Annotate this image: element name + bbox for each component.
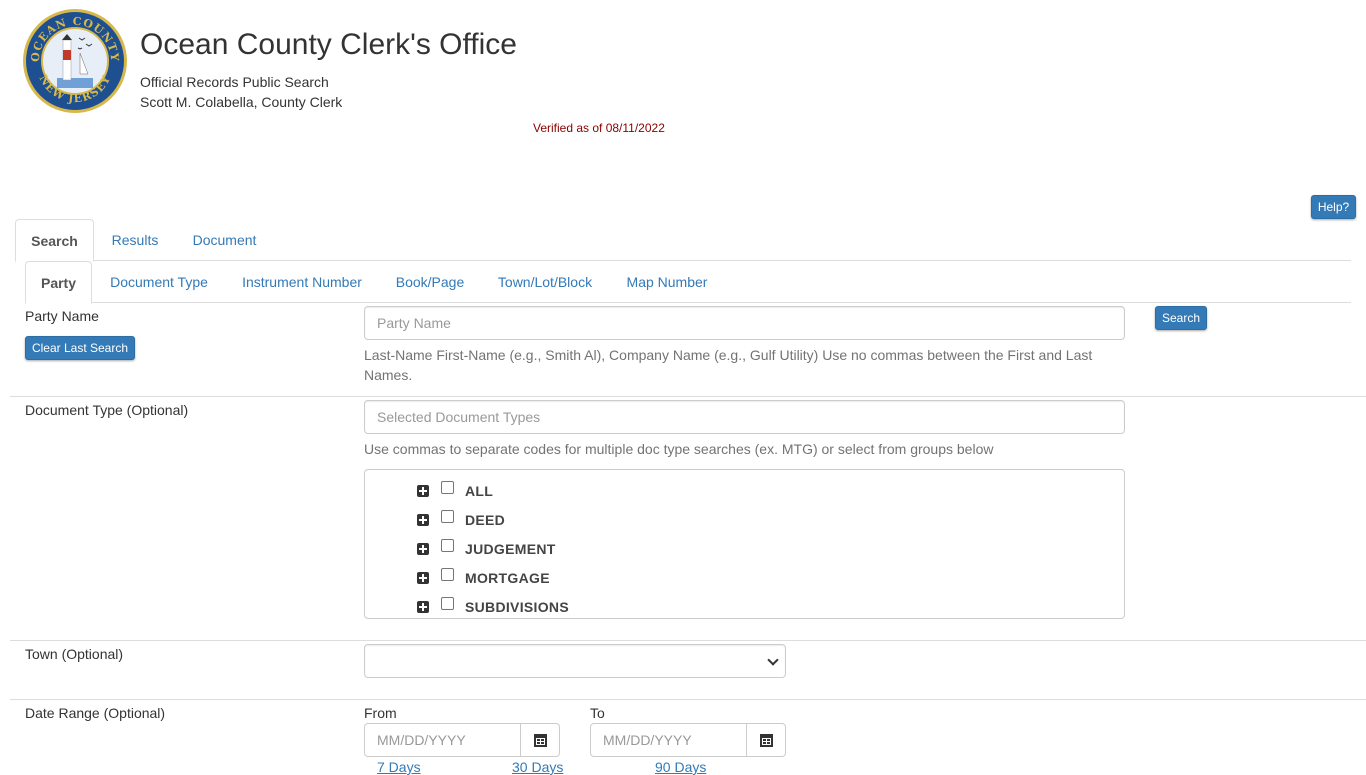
page-title: Ocean County Clerk's Office	[140, 28, 517, 61]
tree-label-subdivisions: SUBDIVISIONS	[465, 599, 569, 615]
to-calendar-button[interactable]	[747, 723, 786, 757]
all-checkbox[interactable]	[441, 480, 454, 494]
expand-plus-icon[interactable]	[417, 601, 429, 613]
calendar-icon	[759, 733, 773, 747]
county-seal-logo: OCEAN COUNTY NEW JERSEY	[22, 8, 128, 114]
tab-results[interactable]: Results	[100, 219, 170, 261]
tab-document[interactable]: Document	[182, 219, 267, 261]
town-label: Town (Optional)	[25, 646, 124, 662]
expand-plus-icon[interactable]	[417, 514, 429, 526]
to-date-input[interactable]: MM/DD/YYYY	[590, 723, 747, 757]
tab-book-page[interactable]: Book/Page	[385, 261, 475, 303]
divider	[10, 640, 1366, 641]
tree-label-judgement: JUDGEMENT	[465, 541, 556, 557]
last-90-days-link[interactable]: 90 Days	[655, 759, 706, 775]
subdivisions-checkbox[interactable]	[441, 596, 454, 610]
expand-plus-icon[interactable]	[417, 485, 429, 497]
town-select[interactable]	[364, 644, 786, 678]
subtitle-county-clerk: Scott M. Colabella, County Clerk	[140, 94, 343, 110]
last-30-days-link[interactable]: 30 Days	[512, 759, 563, 775]
tab-party[interactable]: Party	[25, 261, 92, 304]
deed-checkbox[interactable]	[441, 509, 454, 523]
tree-item-subdivisions: SUBDIVISIONS	[417, 596, 569, 617]
search-button[interactable]: Search	[1155, 306, 1207, 330]
main-tabs: Search Results Document	[15, 219, 1351, 262]
tree-item-judgement: JUDGEMENT	[417, 538, 556, 559]
help-button[interactable]: Help?	[1311, 195, 1356, 219]
tree-label-all: ALL	[465, 483, 494, 499]
to-label: To	[590, 705, 605, 721]
expand-plus-icon[interactable]	[417, 572, 429, 584]
verified-date-notice: Verified as of 08/11/2022	[533, 121, 665, 135]
tab-map-number[interactable]: Map Number	[615, 261, 719, 303]
party-name-input[interactable]: Party Name	[364, 306, 1125, 340]
divider	[10, 699, 1366, 700]
judgement-checkbox[interactable]	[441, 538, 454, 552]
party-name-label: Party Name	[25, 308, 99, 324]
document-type-help: Use commas to separate codes for multipl…	[364, 441, 994, 457]
chevron-down-icon	[767, 654, 779, 666]
tab-search[interactable]: Search	[15, 219, 94, 262]
tab-document-type[interactable]: Document Type	[99, 261, 219, 303]
tree-item-all: ALL	[417, 480, 494, 501]
tab-town-lot-block[interactable]: Town/Lot/Block	[487, 261, 603, 303]
document-type-label: Document Type (Optional)	[25, 402, 189, 418]
last-7-days-link[interactable]: 7 Days	[377, 759, 421, 775]
document-type-tree: ALL DEED JUDGEMENT MORTGAGE SUBDIVISIONS	[364, 469, 1125, 619]
search-type-tabs: Party Document Type Instrument Number Bo…	[25, 261, 1351, 304]
from-date-group: MM/DD/YYYY	[364, 723, 560, 757]
tree-label-mortgage: MORTGAGE	[465, 570, 550, 586]
divider	[10, 396, 1366, 397]
from-calendar-button[interactable]	[521, 723, 560, 757]
clear-last-search-button[interactable]: Clear Last Search	[25, 336, 135, 360]
document-types-input[interactable]: Selected Document Types	[364, 400, 1125, 434]
from-label: From	[364, 705, 397, 721]
subtitle-official-records: Official Records Public Search	[140, 74, 329, 90]
from-date-input[interactable]: MM/DD/YYYY	[364, 723, 521, 757]
expand-plus-icon[interactable]	[417, 543, 429, 555]
tab-instrument-number[interactable]: Instrument Number	[231, 261, 373, 303]
date-range-label: Date Range (Optional)	[25, 705, 166, 721]
calendar-icon	[533, 733, 547, 747]
tree-item-deed: DEED	[417, 509, 506, 530]
mortgage-checkbox[interactable]	[441, 567, 454, 581]
to-date-group: MM/DD/YYYY	[590, 723, 786, 757]
party-name-help: Last-Name First-Name (e.g., Smith Al), C…	[364, 347, 1093, 383]
tree-item-mortgage: MORTGAGE	[417, 567, 550, 588]
tree-label-deed: DEED	[465, 512, 506, 528]
